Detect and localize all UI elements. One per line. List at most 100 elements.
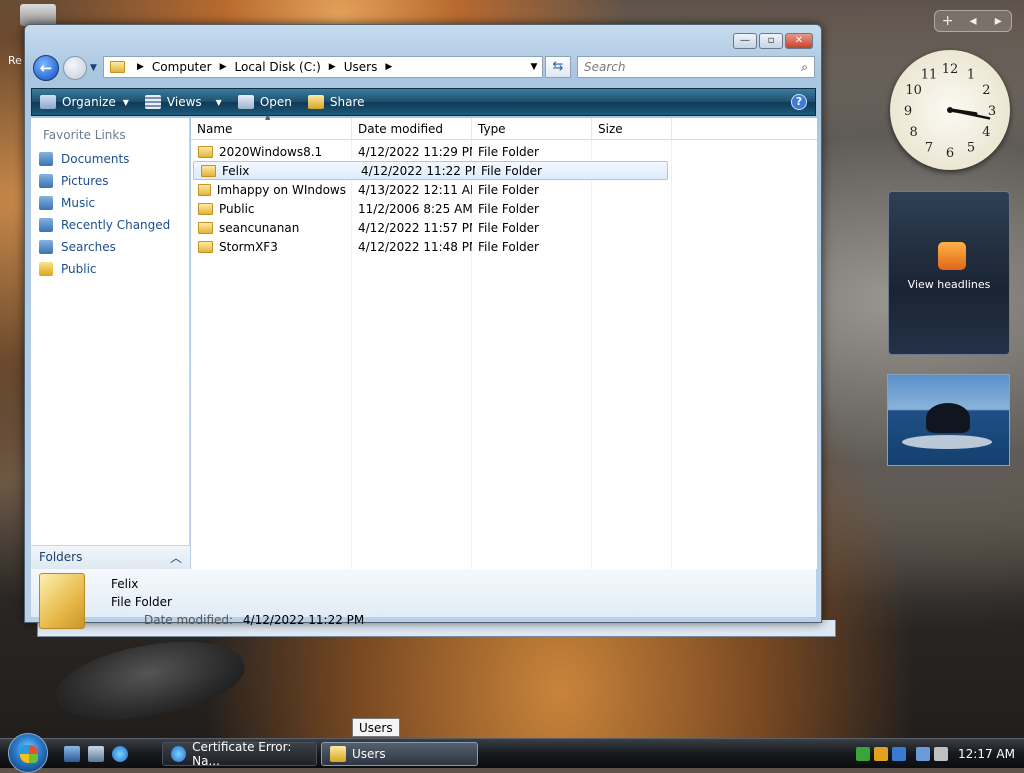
whale-tail-image [926,403,970,433]
file-name-cell: 2020Windows8.1 [191,145,352,159]
search-icon[interactable]: ⌕ [801,60,808,75]
file-type-cell: File Folder [478,182,539,197]
file-name-cell: Felix [194,164,355,178]
add-gadget-button[interactable]: + [935,13,960,29]
column-header-name[interactable]: ▲ Name [191,113,352,139]
details-panel: Felix File Folder Date modified: 4/12/20… [31,569,816,629]
clock-gadget[interactable]: 1 2 3 4 5 6 7 8 9 10 11 12 [890,50,1010,170]
close-button[interactable]: ✕ [785,33,813,49]
clock-number: 6 [946,146,954,161]
share-button[interactable]: Share [300,95,373,109]
start-button[interactable] [8,733,48,773]
column-header-size[interactable]: Size [592,118,672,139]
clock-number: 11 [921,68,938,83]
taskbar-button-users[interactable]: Users [321,742,478,766]
breadcrumb-local-disk[interactable]: Local Disk (C:) ▶ [235,60,344,74]
details-date-modified: Date modified: 4/12/2022 11:22 PM [144,613,364,627]
windows-logo-icon [20,745,38,763]
views-icon [144,95,161,109]
folder-icon [198,221,213,234]
slideshow-gadget[interactable] [887,374,1010,466]
rss-icon [938,242,966,270]
recycle-bin-icon[interactable] [20,4,56,26]
breadcrumb-computer[interactable]: Computer ▶ [152,60,235,74]
share-icon [307,95,324,109]
file-name-cell: Imhappy on WIndows [191,183,352,197]
clock-number: 8 [909,125,917,140]
security-check-icon[interactable] [856,747,870,761]
folder-icon [330,746,346,762]
column-header-date[interactable]: Date modified [352,118,472,139]
clock-number: 4 [982,125,990,140]
breadcrumb-root-arrow[interactable]: ▶ [135,62,152,72]
open-icon [237,95,254,109]
organize-icon [40,95,56,109]
windows-update-icon[interactable] [892,747,906,761]
sort-ascending-icon: ▲ [265,113,271,121]
nav-link-music[interactable]: Music [31,192,189,214]
file-row[interactable]: Felix 4/12/2022 11:22 PM File Folder [193,161,668,180]
file-type-cell: File Folder [481,163,542,178]
file-type-cell: File Folder [478,220,539,235]
file-name-cell: StormXF3 [191,240,352,254]
address-bar[interactable]: ▶ Computer ▶ Local Disk (C:) ▶ Users ▶ ▼ [103,56,543,78]
file-row[interactable]: seancunanan 4/12/2022 11:57 PM File Folder [191,218,817,237]
internet-explorer-icon[interactable] [112,746,128,762]
previous-gadget-button[interactable]: ◂ [960,13,985,29]
network-icon[interactable] [916,747,930,761]
next-gadget-button[interactable]: ▸ [986,13,1011,29]
file-type-cell: File Folder [478,144,539,159]
search-input[interactable]: Search ⌕ [577,56,815,78]
feed-headlines-gadget[interactable]: View headlines [888,191,1010,355]
file-row[interactable]: Public 11/2/2006 8:25 AM File Folder [191,199,817,218]
recent-pages-dropdown[interactable]: ▼ [90,63,97,73]
maximize-button[interactable]: ▫ [759,33,783,49]
taskbar-button-certificate-error[interactable]: Certificate Error: Na... [162,740,317,768]
views-button[interactable]: Views ▼ [137,95,230,109]
nav-link-recently-changed[interactable]: Recently Changed [31,214,189,236]
organize-button[interactable]: Organize ▼ [32,95,137,109]
file-date-cell: 4/13/2022 12:11 AM [358,182,472,197]
address-dropdown-icon[interactable]: ▼ [526,62,542,72]
open-button[interactable]: Open [230,95,300,109]
internet-explorer-icon [171,746,187,762]
details-date-value: 4/12/2022 11:22 PM [242,613,365,627]
clock-number: 5 [967,140,975,155]
help-icon[interactable]: ? [791,94,807,110]
music-icon [39,196,53,210]
file-date-cell: 4/12/2022 11:48 PM [358,239,472,254]
clock-number: 1 [967,68,975,83]
show-desktop-icon[interactable] [64,746,80,762]
clock-number: 10 [905,83,922,98]
shield-warning-icon[interactable] [874,747,888,761]
file-row[interactable]: 2020Windows8.1 4/12/2022 11:29 PM File Fol… [191,142,817,161]
nav-link-documents[interactable]: Documents [31,148,189,170]
file-row[interactable]: StormXF3 4/12/2022 11:48 PM File Folder [191,237,817,256]
taskbar: Certificate Error: Na... Users 12:17 AM [0,733,1024,773]
clock-number: 2 [982,83,990,98]
clock-number: 9 [904,104,912,119]
switch-windows-icon[interactable] [88,746,104,762]
view-headlines-label: View headlines [907,278,991,291]
file-row[interactable]: Imhappy on WIndows 4/13/2022 12:11 AM File… [191,180,817,199]
clock-time[interactable]: 12:17 AM [958,747,1015,761]
nav-link-public[interactable]: Public [31,258,189,280]
volume-muted-icon[interactable] [934,747,948,761]
file-date-cell: 4/12/2022 11:57 PM [358,220,472,235]
back-button[interactable]: ← [33,55,59,81]
column-header-type[interactable]: Type [472,118,592,139]
forward-button[interactable] [63,56,87,80]
file-type-cell: File Folder [478,239,539,254]
nav-link-searches[interactable]: Searches [31,236,189,258]
clock-number: 3 [988,104,996,119]
minimize-button[interactable]: — [733,33,757,49]
details-pane: Felix File Folder Date modified: 4/12/20… [31,545,816,629]
water-splash-image [902,435,992,449]
recycle-bin-label: Re [8,54,22,67]
file-list: ▲ Name Date modified Type Size 2020Window… [191,113,817,569]
refresh-button[interactable]: ⇆ [545,56,571,78]
recently-changed-icon [39,218,53,232]
nav-link-pictures[interactable]: Pictures [31,170,189,192]
breadcrumb-users[interactable]: Users ▶ [344,60,401,74]
file-date-cell: 11/2/2006 8:25 AM [358,201,472,216]
